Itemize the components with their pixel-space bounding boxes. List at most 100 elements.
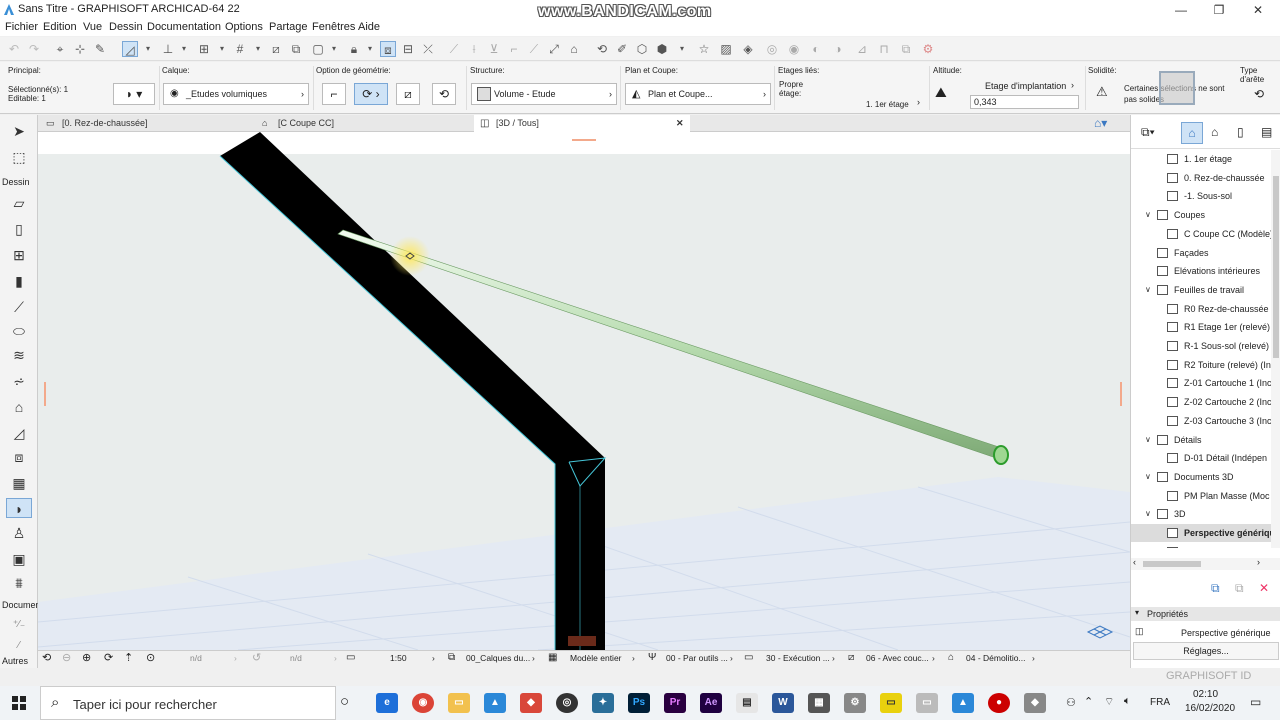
navigator-item[interactable]: PM Plan Masse (Moc (1131, 487, 1271, 505)
app-generic-icon[interactable]: ◆ (1024, 693, 1046, 713)
rotate-icon[interactable]: ⟲ (594, 41, 610, 57)
chevron-down-icon[interactable]: ∨ (1145, 468, 1151, 486)
cross-icon[interactable]: ⤫ (420, 41, 436, 57)
layers-3d-icon[interactable]: ◑ (830, 41, 846, 57)
navigator-options-icon[interactable]: ⧉▾ (1141, 125, 1155, 140)
roof-tool-icon[interactable]: ⌂ (8, 397, 30, 417)
group-icon[interactable]: ▢ (310, 41, 326, 57)
snap-points-icon[interactable]: ⊞ (196, 41, 212, 57)
navigator-item[interactable]: -1. Sous-sol (1131, 187, 1271, 205)
edge-icon[interactable]: ⟲ (1254, 87, 1264, 101)
word-icon[interactable]: W (772, 693, 794, 713)
notifications-icon[interactable]: ▭ (1250, 695, 1261, 709)
railing-tool-icon[interactable]: ⩫ (8, 371, 30, 391)
clock-time[interactable]: 02:10 (1193, 689, 1218, 700)
navigator-item[interactable]: C Coupe CC (Modèle) (1131, 225, 1271, 243)
hscroll-thumb[interactable] (1143, 561, 1201, 567)
etage-value[interactable]: 1. 1er étage (866, 100, 909, 109)
navigator-item[interactable]: Z-01 Cartouche 1 (Inc (1131, 374, 1271, 392)
scale-value[interactable]: 1:50 (390, 653, 407, 663)
navigator-item[interactable]: ∨ Détails (1131, 431, 1271, 449)
image-icon[interactable]: ▨ (718, 41, 734, 57)
calques-combo[interactable]: 00_Calques du... (466, 653, 530, 663)
skylight-tool-icon[interactable]: ⧈ (8, 447, 30, 467)
navigator-item[interactable]: Façades (1131, 244, 1271, 262)
settings-icon[interactable]: ⚙︎ (920, 41, 936, 57)
premiere-icon[interactable]: Pr (664, 693, 686, 713)
navigator-item[interactable]: D-01 Détail (Indépen (1131, 449, 1271, 467)
menu-options[interactable]: Options (225, 21, 263, 33)
angle-icon[interactable]: ↺ (252, 651, 261, 664)
nd-field-1[interactable]: n/d (190, 653, 202, 663)
menu-aide[interactable]: Aide (358, 21, 380, 33)
navigator-item[interactable]: Axonométrie générique (1131, 543, 1271, 548)
view-map-icon[interactable]: ⌂ (1211, 125, 1218, 139)
language-indicator[interactable]: FRA (1150, 697, 1170, 708)
nd-field-2[interactable]: n/d (290, 653, 302, 663)
navigator-hscroll[interactable]: ‹ › (1131, 557, 1280, 570)
grid-icon[interactable]: # (232, 41, 248, 57)
clone-view-icon[interactable]: ⧉ (1235, 581, 1244, 596)
fillet-icon[interactable]: ⌐ (506, 41, 522, 57)
chevron-right-icon[interactable]: › (932, 653, 935, 663)
calculator-icon[interactable]: ▦ (808, 693, 830, 713)
chevron-down-icon[interactable]: ▾ (326, 41, 342, 57)
execution-combo[interactable]: 30 - Exécution ... (766, 653, 830, 663)
media-player-icon[interactable]: ◎ (556, 693, 578, 713)
explode-icon[interactable]: ⤢ (546, 41, 562, 57)
menu-fenetres[interactable]: Fenêtres (312, 21, 355, 33)
sticky-notes-icon[interactable]: ▭ (880, 693, 902, 713)
cortana-icon[interactable]: ○ (340, 693, 349, 710)
people-icon[interactable]: ⚇ (1066, 696, 1076, 709)
windows-start-icon[interactable] (12, 696, 26, 710)
chevron-down-icon[interactable]: ∨ (1145, 505, 1151, 523)
app-gear-icon[interactable]: ⚙︎ (844, 693, 866, 713)
offset-icon[interactable]: ⟋ (526, 41, 542, 57)
element-icon[interactable]: ⬡ (634, 41, 650, 57)
bandicam-record-icon[interactable]: ● (988, 693, 1010, 713)
navigator-item[interactable]: 0. Rez-de-chaussée (1131, 169, 1271, 187)
tab-menu-icon[interactable]: ⌂▾ (1094, 116, 1107, 130)
demolition-combo[interactable]: 04 - Démolitio... (966, 653, 1026, 663)
tray-chevron-icon[interactable]: ⌃ (1084, 695, 1093, 708)
navigator-item[interactable]: R-1 Sous-sol (relevé) (1131, 337, 1271, 355)
geometry-segmented-button[interactable]: ⧄ (396, 83, 420, 105)
reglages-button[interactable]: Réglages... (1133, 642, 1279, 660)
intersect-icon[interactable]: ⊻ (486, 41, 502, 57)
arrow-tool-icon[interactable]: ➤ (8, 121, 30, 141)
scroll-thumb[interactable] (1273, 176, 1279, 358)
menu-fichier[interactable]: Fichier (5, 21, 38, 33)
navigator-item[interactable]: ∨ Feuilles de travail (1131, 281, 1271, 299)
navigator-item[interactable]: 1. 1er étage (1131, 150, 1271, 168)
menu-documentation[interactable]: Documentation (147, 21, 221, 33)
level-tool-icon[interactable]: ⁄ (8, 636, 30, 656)
snap-guide-icon[interactable]: ⊥ (160, 41, 176, 57)
zone-tool-icon[interactable]: ▣ (8, 549, 30, 569)
3d-viewport[interactable] (38, 132, 1130, 650)
tab-3d[interactable]: ◫ [3D / Tous] ✕ (474, 115, 690, 132)
dimension-icon[interactable]: ⊟ (400, 41, 416, 57)
door-icon[interactable]: ⊓ (876, 41, 892, 57)
dimension-tool-icon[interactable]: ⁺⁄₋ (8, 615, 30, 635)
dessin-header[interactable]: Dessin (2, 177, 30, 187)
geometry-straight-button[interactable]: ⌐ (322, 83, 346, 105)
split-icon[interactable]: ⟋ (446, 41, 462, 57)
app-window-icon[interactable]: ▭ (916, 693, 938, 713)
navigator-scrollbar[interactable] (1271, 150, 1280, 548)
3d-scene[interactable] (38, 132, 1130, 650)
avec-couc-combo[interactable]: 06 - Avec couc... (866, 653, 929, 663)
orbit-icon[interactable]: ⟳ (104, 651, 113, 664)
adjust-icon[interactable]: ⟊ (466, 41, 482, 57)
inject-icon[interactable]: ⊹ (72, 41, 88, 57)
navigator-item[interactable]: Elévations intérieures (1131, 262, 1271, 280)
autres-header[interactable]: Autres (2, 656, 28, 666)
navigator-item[interactable]: ∨ Coupes (1131, 206, 1271, 224)
beam-tool-icon[interactable]: ⟋ (8, 297, 30, 317)
chevron-down-icon[interactable]: ▾ (140, 41, 156, 57)
stair-icon[interactable]: ⊿ (854, 41, 870, 57)
navigator-item[interactable]: R1 Etage 1er (relevé) (1131, 318, 1271, 336)
navigator-item[interactable]: Z-02 Cartouche 2 (Inc (1131, 393, 1271, 411)
modele-combo[interactable]: Modèle entier (570, 653, 622, 663)
chevron-right-icon[interactable]: › (532, 653, 535, 663)
chrome-icon[interactable]: ◉ (412, 693, 434, 713)
